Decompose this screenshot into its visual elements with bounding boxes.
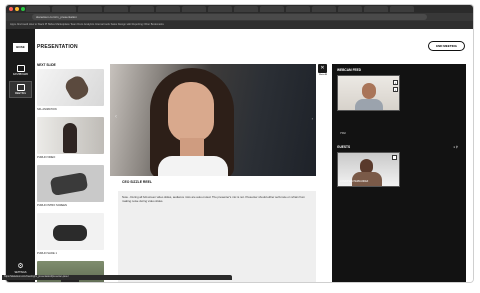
browser-tab[interactable] xyxy=(130,6,154,12)
bookmarks-bar[interactable]: Apps Jira board How to Slack Pl Slides M… xyxy=(6,21,473,29)
logo: BOSE xyxy=(13,43,28,52)
browser-tab[interactable] xyxy=(182,6,206,12)
nav-meeting-label: MEETING xyxy=(15,92,26,95)
nav-dashboard-label: DASHBOARD xyxy=(12,73,29,76)
webcam-controls: ▪ • xyxy=(393,80,399,94)
browser-tab[interactable] xyxy=(338,6,362,12)
nav-settings[interactable]: ⚙ SETTINGS xyxy=(9,263,32,274)
browser-window: slanetsun.com/m_presentation Apps Jira b… xyxy=(6,5,473,282)
slide-thumbnail[interactable] xyxy=(37,213,104,250)
browser-tab[interactable] xyxy=(234,6,258,12)
slide-item[interactable]: PURLIN INTRO SCREEN xyxy=(37,165,104,207)
mute-all-label: Mute All xyxy=(319,74,327,76)
mic-mute-icon: ✕ xyxy=(318,64,327,73)
slide-list: NFL ANIMATION PURLIN VIDEO PURLIN INTRO … xyxy=(37,69,104,282)
nav-settings-label: SETTINGS xyxy=(14,271,27,274)
webcam-tile[interactable]: ▪ • xyxy=(337,75,400,111)
camera-icon[interactable]: ▪ xyxy=(393,80,398,85)
meeting-icon xyxy=(16,84,25,91)
guests-title: GUESTS xyxy=(337,145,351,149)
slide-label: PURLIN VIDEO xyxy=(37,156,56,159)
slide-item[interactable]: PURLIN SLIDE 1 xyxy=(37,213,104,255)
mute-all-button[interactable]: ✕ Mute All xyxy=(318,64,328,76)
browser-tab[interactable] xyxy=(364,6,388,12)
presenter-face xyxy=(168,82,214,142)
person-icon[interactable]: ⚲ xyxy=(456,145,458,149)
slide-item[interactable]: PURLIN VIDEO xyxy=(37,117,104,159)
browser-tabs[interactable] xyxy=(26,6,414,12)
presenter-notes: Note - During all full-screen video slid… xyxy=(118,191,316,282)
browser-tab[interactable] xyxy=(78,6,102,12)
browser-tab[interactable] xyxy=(286,6,310,12)
tab-bar xyxy=(6,5,473,13)
side-panel: WEBCAM FEED ▪ • YOU GUESTS 1 ⚲ JONATHAN … xyxy=(332,64,466,282)
webcam-person-head xyxy=(362,83,376,99)
you-label: YOU xyxy=(340,132,346,135)
guests-header-icons: 1 ⚲ xyxy=(453,145,458,149)
slide-item[interactable]: NFL ANIMATION xyxy=(37,69,104,111)
speaker-product xyxy=(49,172,89,196)
athlete-figure xyxy=(62,73,92,103)
speaker-product xyxy=(53,225,87,241)
address-bar: slanetsun.com/m_presentation xyxy=(6,13,473,21)
browser-tab[interactable] xyxy=(104,6,128,12)
gear-icon: ⚙ xyxy=(17,263,24,270)
webcam-person-body xyxy=(355,99,383,110)
dashboard-icon xyxy=(16,65,25,72)
browser-tab[interactable] xyxy=(312,6,336,12)
slide-thumbnail[interactable] xyxy=(37,165,104,202)
main-video-stage[interactable]: ‹ › xyxy=(110,64,316,176)
left-nav: BOSE DASHBOARD MEETING ⚙ SETTINGS xyxy=(6,29,35,282)
next-slide-heading: NEXT SLIDE xyxy=(37,63,56,67)
browser-tab[interactable] xyxy=(390,6,414,12)
browser-tab[interactable] xyxy=(208,6,232,12)
slide-thumbnail[interactable] xyxy=(37,69,104,106)
browser-tab[interactable] xyxy=(52,6,76,12)
previous-arrow-icon[interactable]: ‹ xyxy=(115,114,120,124)
page-title: PRESENTATION xyxy=(37,44,78,50)
slide-title: CEO SIZZLE REEL xyxy=(122,180,152,184)
slide-label: NFL ANIMATION xyxy=(37,108,57,111)
presentation-app: BOSE DASHBOARD MEETING ⚙ SETTINGS PRESEN… xyxy=(6,29,473,282)
presenter-shirt xyxy=(158,156,228,176)
end-meeting-button[interactable]: END MEETING xyxy=(428,41,465,51)
guests-count: 1 xyxy=(453,145,455,149)
minimize-dot[interactable] xyxy=(15,7,19,11)
slide-label: PURLIN SLIDE 1 xyxy=(37,252,57,255)
slide-label: PURLIN INTRO SCREEN xyxy=(37,204,67,207)
status-bar-url: https://slanetsun.com/meeting/m_presenta… xyxy=(2,275,232,280)
guest-name: JONATHAN HERNANDEZ xyxy=(340,180,369,183)
nav-dashboard[interactable]: DASHBOARD xyxy=(9,63,32,80)
webcam-feed-title: WEBCAM FEED xyxy=(337,68,362,72)
presenter-figure xyxy=(63,123,77,153)
browser-tab[interactable] xyxy=(26,6,50,12)
url-field[interactable]: slanetsun.com/m_presentation xyxy=(32,14,427,20)
next-arrow-icon[interactable]: › xyxy=(312,116,313,121)
slide-thumbnail[interactable] xyxy=(37,117,104,154)
nav-meeting[interactable]: MEETING xyxy=(9,81,32,98)
guest-mic-icon[interactable] xyxy=(392,155,397,160)
close-dot[interactable] xyxy=(9,7,13,11)
mic-icon[interactable]: • xyxy=(393,87,398,92)
window-controls[interactable] xyxy=(9,7,25,11)
browser-tab[interactable] xyxy=(260,6,284,12)
maximize-dot[interactable] xyxy=(21,7,25,11)
browser-tab[interactable] xyxy=(156,6,180,12)
